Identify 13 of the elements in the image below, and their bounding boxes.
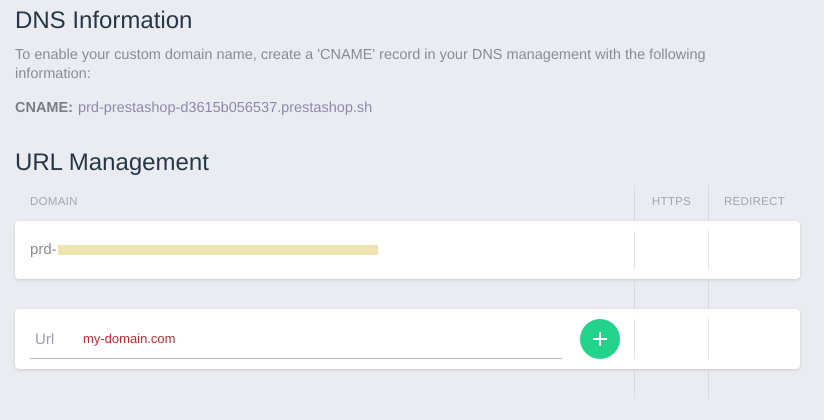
add-url-card[interactable]: Url my-domain.com [15, 309, 800, 369]
cname-value: prd-prestashop-d3615b056537.prestashop.sh [78, 99, 372, 118]
column-header: HTTPS [652, 195, 692, 210]
section-title: DNS Information [15, 6, 194, 36]
domain-text: prd- [30, 240, 57, 260]
add-button[interactable] [580, 319, 620, 359]
url-field-label: Url [35, 330, 54, 350]
section-title: URL Management [15, 148, 210, 178]
plus-icon [592, 331, 608, 347]
column-header: REDIRECT [724, 195, 786, 210]
cname-label: CNAME: [15, 99, 73, 118]
instructions-text: To enable your custom domain name, create a 'CNAME' record in your DNS management with the following information: [15, 46, 707, 84]
column-header: DOMAIN [30, 195, 78, 210]
